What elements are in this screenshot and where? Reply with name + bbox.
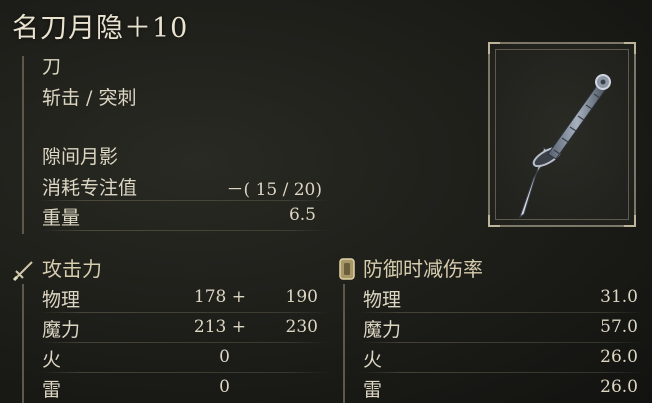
- divider: [360, 372, 645, 373]
- weight-value: 6.5: [288, 205, 316, 225]
- divider: [360, 342, 645, 343]
- katana-moonveil-icon: [518, 74, 611, 219]
- attack-row-label: 物理: [42, 289, 81, 311]
- attack-row-total: 230: [285, 317, 318, 337]
- guard-row-value: 26.0: [600, 347, 638, 367]
- attack-row-label: 雷: [42, 379, 62, 401]
- attack-row-total: 190: [285, 287, 318, 307]
- shield-icon: [339, 258, 355, 280]
- attack-row-base: 213 +: [193, 317, 246, 337]
- sword-icon: [12, 261, 33, 282]
- guard-row-label: 雷: [363, 379, 383, 401]
- guard-row-label: 魔力: [363, 319, 402, 341]
- guard-section-title: 防御时减伤率: [363, 257, 483, 281]
- guard-row-value: 57.0: [600, 317, 638, 337]
- divider: [40, 230, 330, 231]
- item-image-frame: [488, 42, 636, 227]
- guard-row-value: 31.0: [600, 287, 638, 307]
- attack-row-base: 178 +: [193, 287, 246, 307]
- divider: [40, 312, 330, 313]
- attack-row-base: 0: [219, 347, 230, 367]
- attack-section-title: 攻击力: [42, 257, 102, 281]
- weight-label: 重量: [42, 207, 81, 229]
- guard-divider: [343, 284, 345, 403]
- attack-row-label: 火: [42, 349, 62, 371]
- attack-divider: [22, 284, 24, 403]
- divider: [40, 372, 330, 373]
- info-divider: [22, 56, 24, 234]
- divider: [40, 342, 330, 343]
- attack-type: 斩击 / 突刺: [42, 87, 137, 109]
- fp-cost-label: 消耗专注值: [42, 177, 138, 199]
- guard-row-value: 26.0: [600, 377, 638, 397]
- skill-name: 隙间月影: [42, 146, 119, 168]
- divider: [40, 200, 330, 201]
- divider: [360, 312, 645, 313]
- guard-row-label: 火: [363, 349, 383, 371]
- guard-row-label: 物理: [363, 289, 402, 311]
- fp-cost-value: －( 15 / 20): [226, 180, 322, 200]
- item-name: 名刀月隐＋10: [12, 13, 189, 44]
- weapon-type: 刀: [42, 56, 62, 78]
- attack-row-base: 0: [219, 377, 230, 397]
- attack-row-label: 魔力: [42, 319, 81, 341]
